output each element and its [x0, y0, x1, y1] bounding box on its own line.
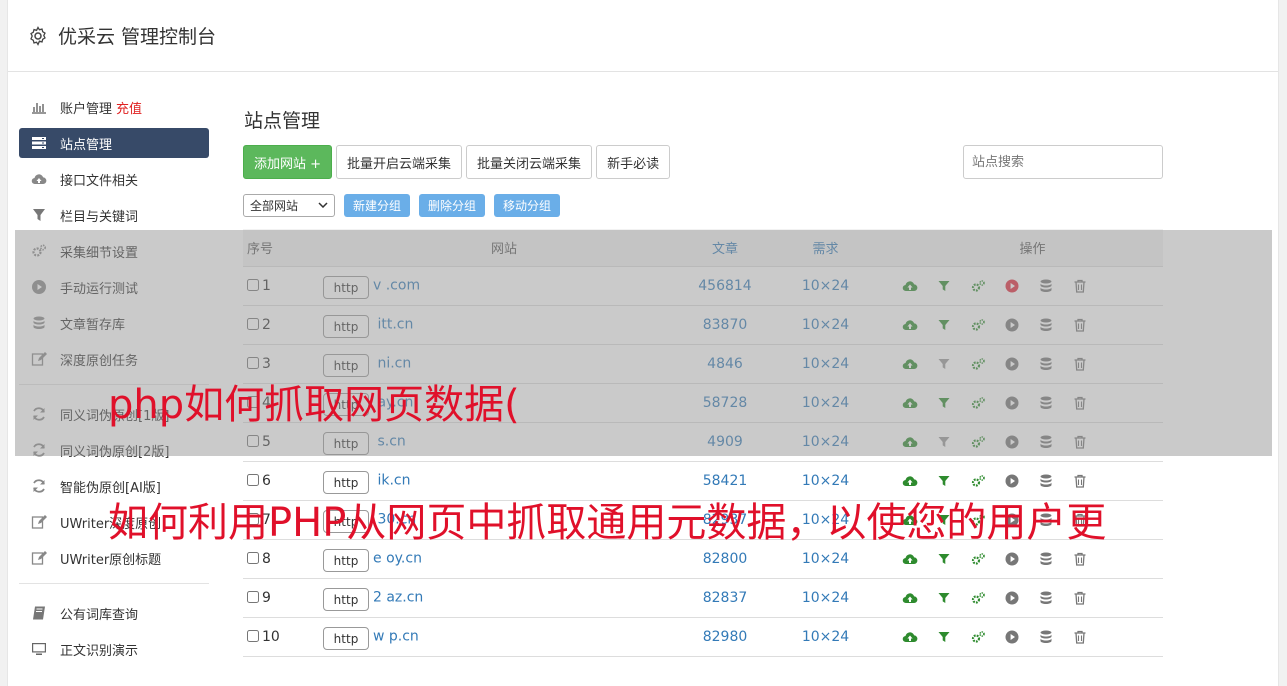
cogs-icon[interactable] — [970, 473, 986, 489]
batch-close-cloud-button[interactable]: 批量关闭云端采集 — [466, 145, 593, 179]
group-filters: 全部网站 新建分组 删除分组 移动分组 — [243, 193, 1163, 217]
row-checkbox[interactable] — [247, 473, 259, 486]
row-no: 10 — [262, 628, 280, 645]
site-link[interactable]: 2 az.cn — [373, 590, 423, 606]
filter-icon[interactable] — [936, 629, 952, 645]
toolbar: 添加网站 + 批量开启云端采集 批量关闭云端采集 新手必读 — [243, 145, 1163, 179]
sidebar-item-label: 栏目与关键词 — [60, 209, 139, 225]
site-link[interactable]: ik.cn — [373, 473, 410, 489]
cogs-icon[interactable] — [970, 551, 986, 567]
recharge-link[interactable]: 充值 — [116, 98, 142, 117]
trash-icon[interactable] — [1072, 473, 1088, 489]
filter-icon[interactable] — [936, 551, 952, 567]
trash-icon[interactable] — [1072, 629, 1088, 645]
book-icon — [33, 606, 45, 620]
row-no: 8 — [262, 550, 271, 567]
sidebar-item-columns-keywords[interactable]: 栏目与关键词 — [19, 200, 209, 230]
cloud-upload-icon[interactable] — [902, 473, 918, 489]
sidebar-divider — [19, 583, 209, 584]
play-circle-icon[interactable] — [1004, 590, 1020, 606]
cloud-upload-icon[interactable] — [902, 590, 918, 606]
group-select[interactable]: 全部网站 — [243, 193, 335, 217]
row-ops-cell — [888, 617, 1163, 657]
sidebar-item-label: 接口文件相关 — [60, 173, 139, 189]
cogs-icon[interactable] — [970, 590, 986, 606]
database-icon[interactable] — [1038, 551, 1054, 567]
sidebar-item-interface-files[interactable]: 接口文件相关 — [19, 164, 209, 194]
http-badge[interactable]: http — [323, 627, 369, 650]
http-badge[interactable]: http — [323, 588, 369, 611]
chevron-down-icon — [318, 202, 328, 208]
group-select-value: 全部网站 — [250, 198, 299, 213]
sidebar-item-account[interactable]: 账户管理 充值 — [19, 92, 209, 122]
filter-icon[interactable] — [936, 590, 952, 606]
sidebar-item-label: 站点管理 — [60, 137, 113, 153]
row-checkbox[interactable] — [247, 590, 259, 603]
sidebar-item-label: 公有词库查询 — [60, 607, 139, 623]
sidebar-item-label: 正文识别演示 — [60, 643, 139, 659]
cloud-upload-icon[interactable] — [902, 551, 918, 567]
sidebar-item-label: UWriter原创标题 — [60, 552, 162, 568]
row-ops-cell — [888, 578, 1163, 618]
batch-open-cloud-button[interactable]: 批量开启云端采集 — [336, 145, 463, 179]
refresh-icon — [33, 479, 45, 493]
row-no-cell: 9 — [243, 578, 321, 618]
play-circle-icon[interactable] — [1004, 551, 1020, 567]
delete-group-button[interactable]: 删除分组 — [419, 193, 486, 217]
http-badge[interactable]: http — [323, 549, 369, 572]
sidebar-item-text-recognition[interactable]: 正文识别演示 — [19, 634, 209, 664]
filter-icon[interactable] — [936, 473, 952, 489]
cloud-upload-icon[interactable] — [902, 629, 918, 645]
cogs-icon[interactable] — [970, 629, 986, 645]
site-search-input[interactable] — [963, 145, 1163, 179]
row-articles[interactable]: 82980 — [687, 617, 763, 657]
row-no: 6 — [262, 472, 271, 489]
row-no: 9 — [262, 589, 271, 606]
bar-chart-icon — [32, 103, 46, 114]
play-circle-icon[interactable] — [1004, 473, 1020, 489]
row-demand[interactable]: 10×24 — [763, 578, 888, 618]
row-site-cell: http 2 az.cn — [321, 578, 687, 618]
new-group-button[interactable]: 新建分组 — [344, 193, 411, 217]
monitor-icon — [32, 643, 46, 655]
row-checkbox[interactable] — [247, 551, 259, 564]
page-title: 站点管理 — [244, 110, 321, 132]
app-title: 优采云 管理控制台 — [58, 26, 217, 48]
cloud-upload-icon — [31, 174, 47, 185]
site-link[interactable]: e oy.cn — [373, 551, 422, 567]
add-site-button[interactable]: 添加网站 + — [243, 145, 333, 179]
edit-icon — [31, 515, 47, 529]
database-icon[interactable] — [1038, 590, 1054, 606]
trash-icon[interactable] — [1072, 590, 1088, 606]
move-group-button[interactable]: 移动分组 — [494, 193, 561, 217]
top-bar: 优采云 管理控制台 — [8, 0, 1278, 72]
row-articles[interactable]: 82837 — [687, 578, 763, 618]
overlay-caption-1: php如何抓取网页数据( — [108, 382, 520, 428]
gear-icon — [30, 25, 46, 46]
table-row: 10 http w p.cn 82980 10×24 — [243, 617, 1163, 657]
database-icon[interactable] — [1038, 473, 1054, 489]
trash-icon[interactable] — [1072, 551, 1088, 567]
edit-icon — [31, 551, 47, 565]
row-no-cell: 10 — [243, 617, 321, 657]
table-row: 9 http 2 az.cn 82837 10×24 — [243, 578, 1163, 618]
row-checkbox[interactable] — [247, 629, 259, 642]
overlay-caption-2: 如何利用PHP从网页中抓取通用元数据，以使您的用户更 — [108, 500, 1107, 546]
play-circle-icon[interactable] — [1004, 629, 1020, 645]
sidebar-item-public-lexicon[interactable]: 公有词库查询 — [19, 598, 209, 628]
database-icon[interactable] — [1038, 629, 1054, 645]
newbie-guide-button[interactable]: 新手必读 — [596, 145, 671, 179]
row-site-cell: http w p.cn — [321, 617, 687, 657]
site-link[interactable]: w p.cn — [373, 629, 419, 645]
sidebar-item-label: 账户管理 — [60, 101, 113, 117]
filter-icon — [33, 209, 45, 221]
server-list-icon — [32, 137, 46, 149]
row-demand[interactable]: 10×24 — [763, 617, 888, 657]
sidebar-item-sites[interactable]: 站点管理 — [19, 128, 209, 158]
